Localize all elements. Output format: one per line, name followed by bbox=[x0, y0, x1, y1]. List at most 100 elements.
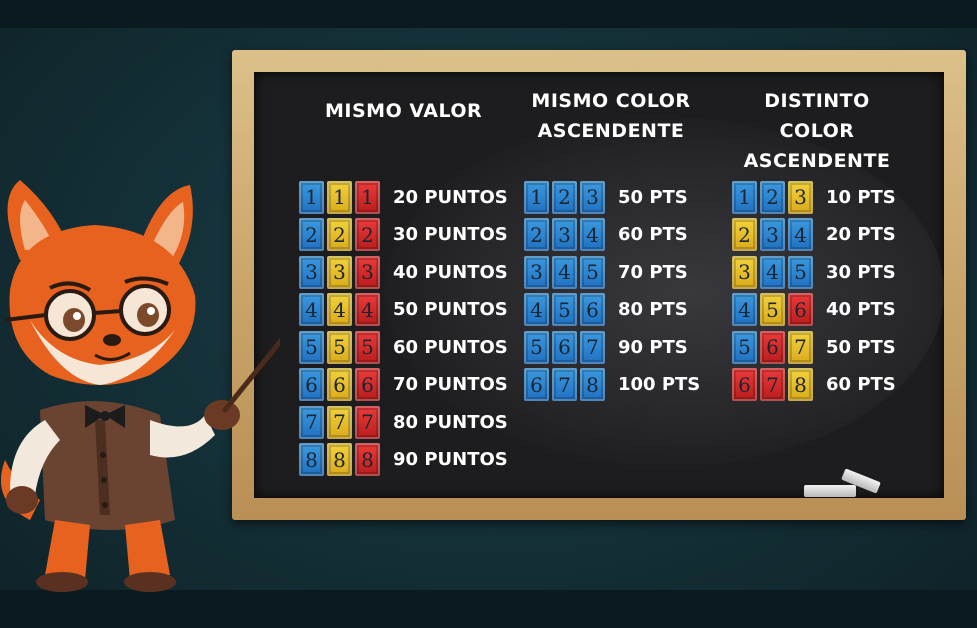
number-tile: 6 bbox=[788, 293, 813, 326]
column-same-value: MISMO VALOR 1 1 1 20 PUNTOS 2 2 2 30 PUNTOS 3 3 3 4… bbox=[299, 90, 509, 490]
score-row: 3 3 3 40 PUNTOS bbox=[299, 255, 508, 289]
points-label: 90 PTS bbox=[618, 336, 688, 358]
tile-group: 333 bbox=[299, 255, 383, 289]
tile-group: 456 bbox=[732, 293, 816, 326]
points-label: 50 PTS bbox=[618, 186, 688, 208]
number-tile: 3 bbox=[552, 218, 577, 251]
number-tile: 4 bbox=[524, 293, 549, 326]
score-row: 2 3 4 20 PTS bbox=[732, 218, 896, 252]
score-row: 3 4 5 70 PTS bbox=[524, 255, 688, 289]
number-tile: 4 bbox=[355, 293, 380, 326]
score-row: 7 7 7 80 PUNTOS bbox=[299, 405, 508, 439]
number-tile: 7 bbox=[788, 330, 813, 364]
points-label: 20 PTS bbox=[826, 224, 896, 245]
score-row: 5 5 5 60 PUNTOS bbox=[299, 330, 508, 364]
tile-group: 567 bbox=[524, 330, 608, 364]
number-tile: 1 bbox=[299, 180, 324, 214]
chalk-icon bbox=[804, 485, 856, 497]
number-tile: 2 bbox=[355, 218, 380, 251]
number-tile: 6 bbox=[355, 368, 380, 401]
number-tile: 6 bbox=[299, 368, 324, 401]
number-tile: 3 bbox=[355, 255, 380, 289]
number-tile: 4 bbox=[788, 218, 813, 251]
score-row: 1 2 3 10 PTS bbox=[732, 180, 896, 214]
tile-group: 555 bbox=[299, 330, 383, 364]
chalkboard-frame: MISMO VALOR 1 1 1 20 PUNTOS 2 2 2 30 PUNTOS 3 3 3 4… bbox=[232, 50, 966, 520]
points-label: 30 PUNTOS bbox=[393, 224, 508, 245]
number-tile: 4 bbox=[760, 255, 785, 289]
number-tile: 6 bbox=[524, 368, 549, 401]
score-row: 4 4 4 50 PUNTOS bbox=[299, 293, 508, 327]
pointer-stick-icon bbox=[222, 337, 280, 413]
number-tile: 7 bbox=[580, 330, 605, 364]
column-same-color: MISMO COLOR ASCENDENTE 1 2 3 50 PTS 2 3 4 60 PT… bbox=[524, 86, 724, 486]
column-title-line: ASCENDENTE bbox=[537, 120, 685, 142]
number-tile: 1 bbox=[355, 180, 380, 214]
number-tile: 7 bbox=[552, 368, 577, 401]
number-tile: 8 bbox=[580, 368, 605, 401]
number-tile: 7 bbox=[299, 405, 324, 439]
score-row: 6 7 8 60 PTS bbox=[732, 368, 896, 402]
tile-group: 678 bbox=[732, 368, 816, 401]
column-title: MISMO COLOR ASCENDENTE bbox=[526, 86, 696, 146]
points-label: 40 PTS bbox=[826, 299, 896, 320]
score-row: 4 5 6 80 PTS bbox=[524, 293, 688, 327]
column-title-line: ASCENDENTE bbox=[743, 150, 891, 172]
points-label: 50 PTS bbox=[826, 336, 896, 358]
number-tile: 7 bbox=[355, 405, 380, 439]
tile-group: 345 bbox=[732, 255, 816, 289]
points-label: 60 PTS bbox=[618, 224, 688, 245]
points-label: 30 PTS bbox=[826, 261, 896, 283]
tile-group: 777 bbox=[299, 405, 383, 439]
column-title-line: DISTINTO COLOR bbox=[764, 90, 870, 142]
background-top-strip bbox=[0, 0, 977, 28]
number-tile: 1 bbox=[524, 180, 549, 214]
number-tile: 5 bbox=[355, 330, 380, 364]
score-row: 3 4 5 30 PTS bbox=[732, 255, 896, 289]
number-tile: 8 bbox=[299, 443, 324, 476]
points-label: 80 PUNTOS bbox=[393, 411, 508, 433]
number-tile: 8 bbox=[788, 368, 813, 401]
number-tile: 2 bbox=[299, 218, 324, 251]
number-tile: 2 bbox=[552, 180, 577, 214]
column-title-line: MISMO VALOR bbox=[325, 100, 483, 122]
tile-group: 444 bbox=[299, 293, 383, 326]
score-row: 5 6 7 50 PTS bbox=[732, 330, 896, 364]
number-tile: 2 bbox=[327, 218, 352, 251]
column-different-color: DISTINTO COLOR ASCENDENTE 1 2 3 10 PTS 2 3 4 20… bbox=[732, 86, 944, 486]
points-label: 80 PTS bbox=[618, 299, 688, 320]
number-tile: 7 bbox=[327, 405, 352, 439]
tile-group: 234 bbox=[524, 218, 608, 251]
points-label: 90 PUNTOS bbox=[393, 449, 508, 470]
column-title: DISTINTO COLOR ASCENDENTE bbox=[732, 86, 902, 176]
points-label: 70 PTS bbox=[618, 261, 688, 283]
tile-group: 345 bbox=[524, 255, 608, 289]
score-row: 4 5 6 40 PTS bbox=[732, 293, 896, 327]
points-label: 50 PUNTOS bbox=[393, 299, 508, 320]
number-tile: 4 bbox=[732, 293, 757, 326]
number-tile: 3 bbox=[732, 255, 757, 289]
tile-group: 567 bbox=[732, 330, 816, 364]
number-tile: 8 bbox=[355, 443, 380, 476]
points-label: 40 PUNTOS bbox=[393, 261, 508, 283]
number-tile: 3 bbox=[524, 255, 549, 289]
number-tile: 5 bbox=[760, 293, 785, 326]
number-tile: 3 bbox=[760, 218, 785, 251]
number-tile: 5 bbox=[327, 330, 352, 364]
number-tile: 2 bbox=[760, 180, 785, 214]
fox-teacher-icon bbox=[0, 180, 280, 592]
chalkboard-surface: MISMO VALOR 1 1 1 20 PUNTOS 2 2 2 30 PUNTOS 3 3 3 4… bbox=[254, 72, 944, 498]
column-title-line: MISMO COLOR bbox=[531, 90, 691, 112]
tile-group: 456 bbox=[524, 293, 608, 326]
number-tile: 6 bbox=[760, 330, 785, 364]
number-tile: 4 bbox=[327, 293, 352, 326]
number-tile: 8 bbox=[327, 443, 352, 476]
score-row: 2 3 4 60 PTS bbox=[524, 218, 688, 252]
points-label: 10 PTS bbox=[826, 186, 896, 208]
number-tile: 6 bbox=[327, 368, 352, 401]
number-tile: 5 bbox=[788, 255, 813, 289]
number-tile: 5 bbox=[524, 330, 549, 364]
score-row: 1 2 3 50 PTS bbox=[524, 180, 688, 214]
number-tile: 6 bbox=[580, 293, 605, 326]
tile-group: 222 bbox=[299, 218, 383, 251]
